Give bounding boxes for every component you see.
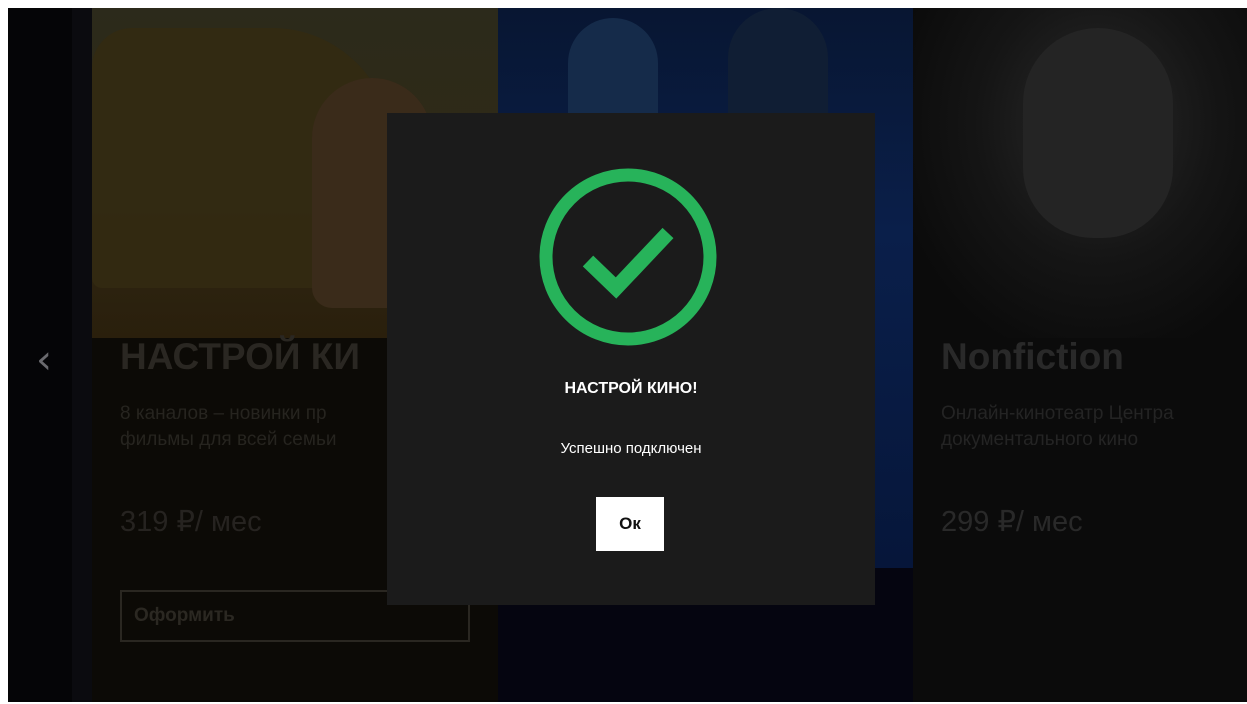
card-title: НАСТРОЙ КИ	[120, 336, 360, 377]
poster-portrait-shape	[1023, 28, 1173, 238]
app-screen: ‹ НАСТРОЙ КИ 8 каналов – новинки пр филь…	[8, 8, 1247, 702]
prev-arrow-icon[interactable]: ‹	[36, 340, 52, 380]
card-description: 8 каналов – новинки пр фильмы для всей с…	[120, 401, 336, 453]
left-strip	[72, 8, 92, 702]
card-title: Nonfiction	[941, 336, 1124, 377]
card-price: 319 ₽/ мес	[120, 506, 262, 538]
dialog-title: НАСТРОЙ КИНО!	[564, 380, 698, 397]
ok-button[interactable]: Ок	[596, 497, 664, 551]
card-description-line: фильмы для всей семьи	[120, 429, 337, 450]
dialog-message: Успешно подключен	[560, 440, 702, 457]
subscribe-button-label: Оформить	[134, 605, 235, 626]
card-description-line: 8 каналов – новинки пр	[120, 403, 327, 424]
card-price: 299 ₽/ мес	[941, 506, 1083, 538]
success-dialog: НАСТРОЙ КИНО! Успешно подключен Ок	[387, 113, 875, 605]
channel-card-nonfiction[interactable]: Nonfiction Онлайн-кинотеатр Центра докум…	[913, 8, 1247, 702]
card-description-line: Онлайн-кинотеатр Центра	[941, 403, 1174, 424]
check-circle-icon	[539, 168, 717, 346]
card-description: Онлайн-кинотеатр Центра документального …	[941, 401, 1174, 453]
card-poster-image	[913, 8, 1247, 338]
card-description-line: документального кино	[941, 429, 1139, 450]
